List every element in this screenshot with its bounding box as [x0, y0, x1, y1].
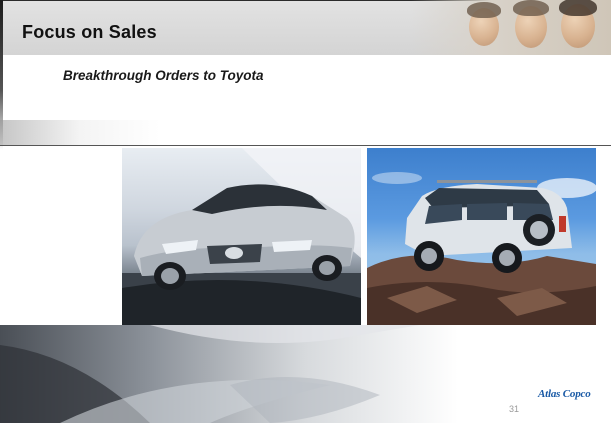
- road-reflection-band: [0, 325, 611, 423]
- presentation-slide: Focus on Sales Breakthrough Orders to To…: [0, 0, 611, 423]
- top-divider: [0, 145, 611, 146]
- slide-title: Focus on Sales: [22, 22, 157, 42]
- header-people-photo: [411, 0, 611, 55]
- land-cruiser-photo: [367, 148, 596, 325]
- page-number: 31: [509, 404, 520, 414]
- slide-subtitle: Breakthrough Orders to Toyota: [63, 68, 264, 83]
- lexus-sedan-photo: [122, 148, 361, 325]
- decorative-gradient: [0, 120, 160, 145]
- atlas-copco-logo: Atlas Copco: [538, 388, 591, 400]
